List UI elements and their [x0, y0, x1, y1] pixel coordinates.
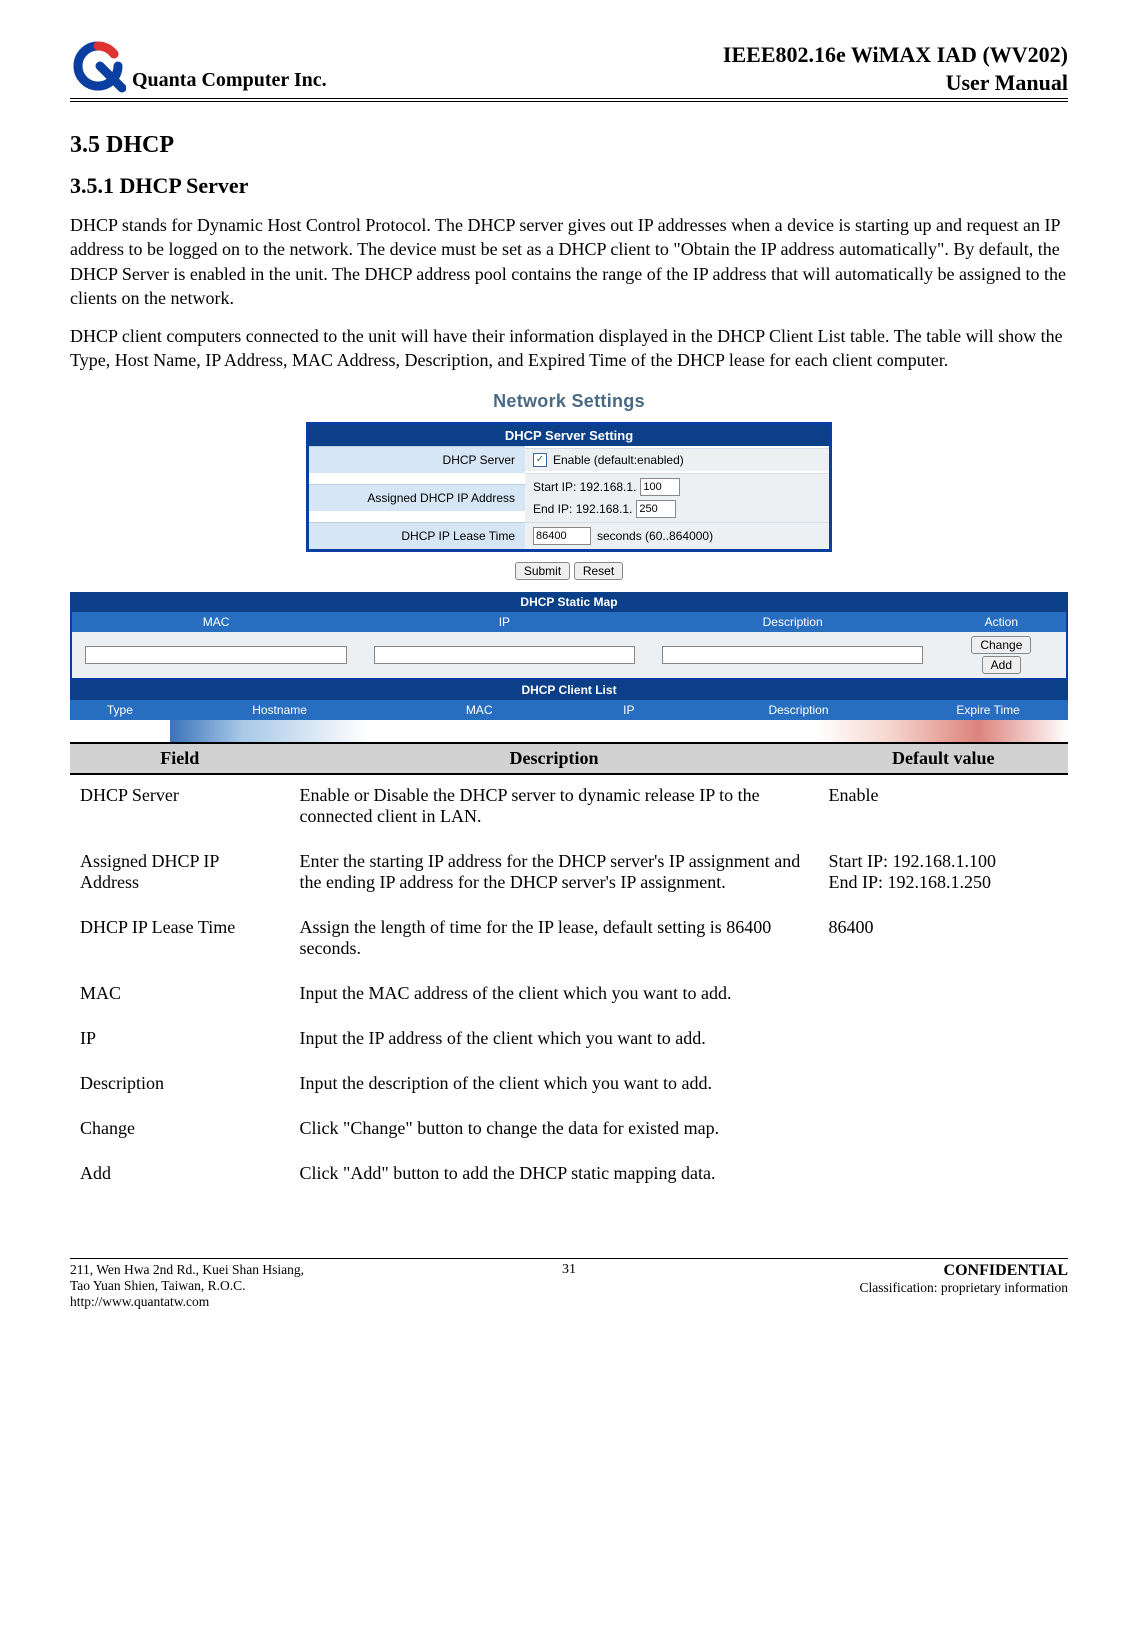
cell-description: Click "Add" button to add the DHCP stati… — [290, 1153, 819, 1198]
col-ip: IP — [360, 612, 648, 632]
cell-field: MAC — [70, 973, 290, 1018]
static-map-input-row: Change Add — [72, 632, 1066, 678]
brand-text: Quanta Computer Inc. — [132, 69, 327, 96]
cell-field: DHCP Server — [70, 774, 290, 841]
description-input[interactable] — [662, 646, 923, 664]
cell-default: 86400 — [818, 907, 1068, 973]
col-hostname: Hostname — [170, 700, 390, 720]
assigned-ip-label: Assigned DHCP IP Address — [309, 484, 525, 511]
footer-classification: Classification: proprietary information — [860, 1280, 1068, 1296]
col-description: Description — [649, 612, 937, 632]
cell-description: Enter the starting IP address for the DH… — [290, 841, 819, 907]
table-row: AddClick "Add" button to add the DHCP st… — [70, 1153, 1068, 1198]
footer-confidential: CONFIDENTIAL — [860, 1262, 1068, 1280]
end-ip-input[interactable]: 250 — [636, 500, 676, 518]
add-button[interactable]: Add — [982, 656, 1021, 674]
end-ip-label: End IP: 192.168.1. — [533, 502, 632, 516]
paragraph-2: DHCP client computers connected to the u… — [70, 324, 1068, 373]
network-settings-screenshot: Network Settings DHCP Server Setting DHC… — [70, 391, 1068, 742]
cell-description: Click "Change" button to change the data… — [290, 1108, 819, 1153]
table-row: DHCP ServerEnable or Disable the DHCP se… — [70, 774, 1068, 841]
enable-checkbox[interactable]: ✓ — [533, 453, 547, 467]
cell-default — [818, 1018, 1068, 1063]
table-row: DescriptionInput the description of the … — [70, 1063, 1068, 1108]
enable-text: Enable (default:enabled) — [553, 453, 684, 467]
fields-description-table: Field Description Default value DHCP Ser… — [70, 742, 1068, 1198]
cell-description: Input the MAC address of the client whic… — [290, 973, 819, 1018]
client-list-header: DHCP Client List — [70, 680, 1068, 700]
cell-description: Enable or Disable the DHCP server to dyn… — [290, 774, 819, 841]
col-mac: MAC — [72, 612, 360, 632]
decorative-gradient — [170, 720, 1068, 742]
mac-input[interactable] — [85, 646, 346, 664]
reset-button[interactable]: Reset — [574, 562, 623, 580]
subsection-heading: 3.5.1 DHCP Server — [70, 173, 1068, 199]
table-row: IPInput the IP address of the client whi… — [70, 1018, 1068, 1063]
change-button[interactable]: Change — [971, 636, 1031, 654]
cell-description: Input the description of the client whic… — [290, 1063, 819, 1108]
cell-default: Start IP: 192.168.1.100 End IP: 192.168.… — [818, 841, 1068, 907]
th-field: Field — [70, 743, 290, 774]
lease-time-input[interactable]: 86400 — [533, 527, 591, 545]
cell-description: Assign the length of time for the IP lea… — [290, 907, 819, 973]
th-description: Description — [290, 743, 819, 774]
doc-title: IEEE802.16e WiMAX IAD (WV202) User Manua… — [723, 41, 1068, 96]
cell-field: Change — [70, 1108, 290, 1153]
cell-default — [818, 1063, 1068, 1108]
cell-field: Add — [70, 1153, 290, 1198]
start-ip-label: Start IP: 192.168.1. — [533, 480, 636, 494]
footer-addr2: Tao Yuan Shien, Taiwan, R.O.C. — [70, 1278, 304, 1294]
ip-input[interactable] — [374, 646, 635, 664]
dhcp-server-setting-panel: DHCP Server Setting DHCP Server ✓ Enable… — [306, 422, 832, 552]
col-description-2: Description — [689, 700, 909, 720]
col-type: Type — [70, 700, 170, 720]
page-header: Quanta Computer Inc. IEEE802.16e WiMAX I… — [70, 40, 1068, 102]
table-row: Assigned DHCP IP AddressEnter the starti… — [70, 841, 1068, 907]
paragraph-1: DHCP stands for Dynamic Host Control Pro… — [70, 213, 1068, 310]
submit-button[interactable]: Submit — [515, 562, 570, 580]
start-ip-input[interactable]: 100 — [640, 478, 680, 496]
cell-default — [818, 1108, 1068, 1153]
cell-description: Input the IP address of the client which… — [290, 1018, 819, 1063]
screenshot-title: Network Settings — [70, 391, 1068, 412]
section-heading: 3.5 DHCP — [70, 132, 1068, 159]
col-action: Action — [937, 612, 1066, 632]
cell-default — [818, 973, 1068, 1018]
lease-time-label: DHCP IP Lease Time — [309, 522, 525, 549]
cell-field: IP — [70, 1018, 290, 1063]
cell-field: Assigned DHCP IP Address — [70, 841, 290, 907]
cell-default — [818, 1153, 1068, 1198]
table-row: ChangeClick "Change" button to change th… — [70, 1108, 1068, 1153]
panel-heading: DHCP Server Setting — [309, 425, 829, 446]
static-map-header: DHCP Static Map — [70, 592, 1068, 612]
lease-time-suffix: seconds (60..864000) — [597, 529, 713, 543]
table-row: MACInput the MAC address of the client w… — [70, 973, 1068, 1018]
col-ip-2: IP — [569, 700, 689, 720]
client-list-columns: Type Hostname MAC IP Description Expire … — [70, 700, 1068, 720]
dhcp-server-label: DHCP Server — [309, 446, 525, 473]
th-default: Default value — [818, 743, 1068, 774]
col-expire-time: Expire Time — [908, 700, 1068, 720]
cell-field: Description — [70, 1063, 290, 1108]
footer-addr1: 211, Wen Hwa 2nd Rd., Kuei Shan Hsiang, — [70, 1262, 304, 1278]
cell-field: DHCP IP Lease Time — [70, 907, 290, 973]
static-map-columns: MAC IP Description Action — [72, 612, 1066, 632]
col-mac-2: MAC — [389, 700, 569, 720]
quanta-logo-icon — [70, 40, 126, 96]
page-footer: 211, Wen Hwa 2nd Rd., Kuei Shan Hsiang, … — [70, 1258, 1068, 1310]
cell-default: Enable — [818, 774, 1068, 841]
footer-url: http://www.quantatw.com — [70, 1294, 304, 1310]
table-row: DHCP IP Lease TimeAssign the length of t… — [70, 907, 1068, 973]
page-number: 31 — [562, 1262, 576, 1278]
